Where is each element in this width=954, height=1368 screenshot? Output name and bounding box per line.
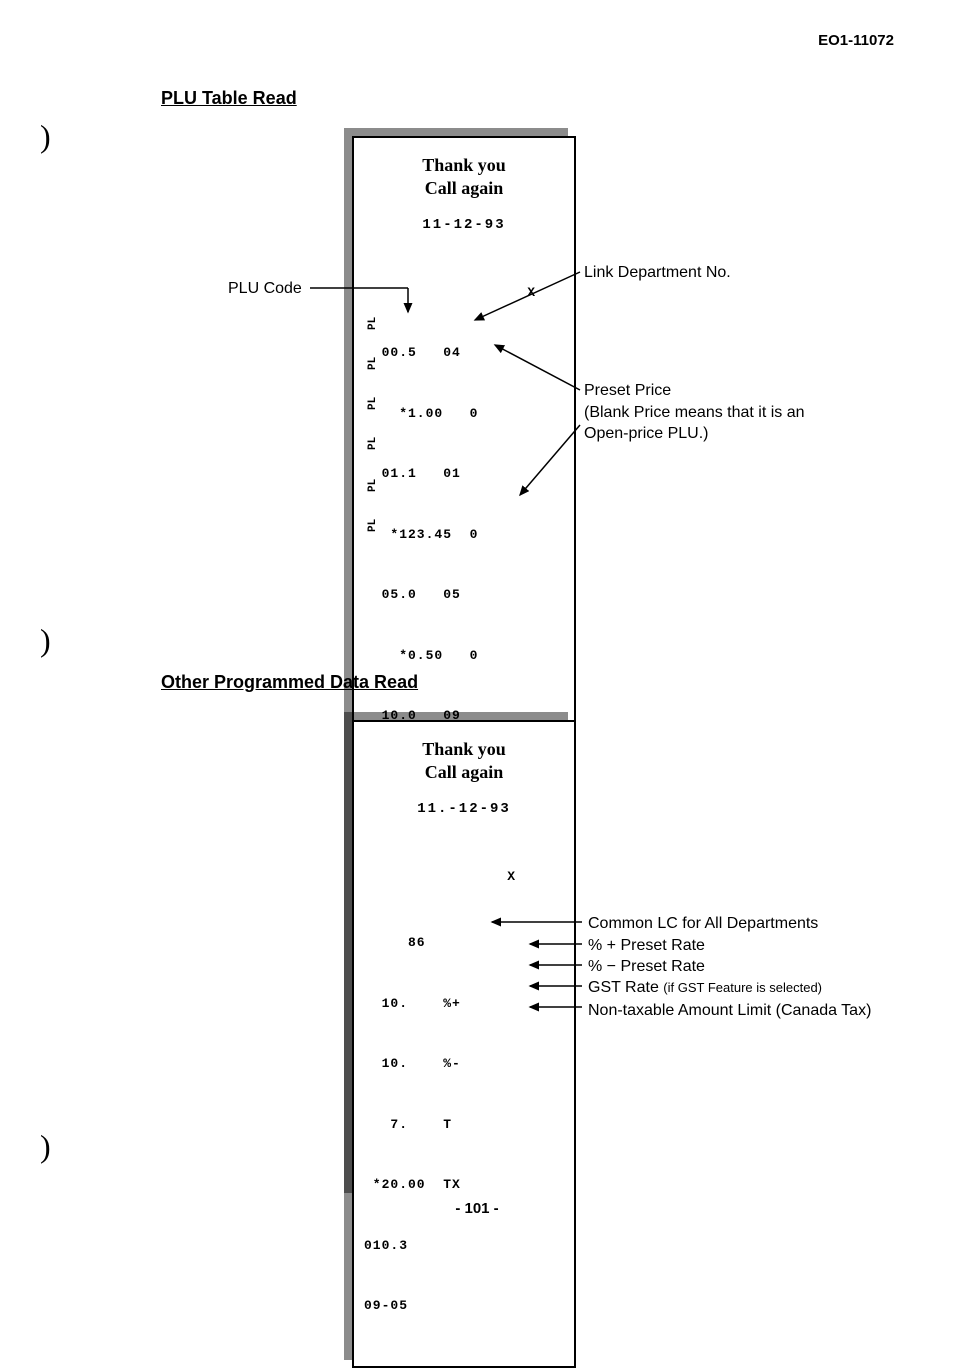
receipt-line1: Thank you bbox=[364, 154, 564, 177]
label-preset-price: Preset Price (Blank Price means that it … bbox=[584, 380, 805, 445]
preset-price-line3: Open-price PLU.) bbox=[584, 423, 805, 445]
receipt-header: Thank you Call again bbox=[364, 154, 564, 201]
pl-label: PL bbox=[367, 397, 379, 410]
gst-b: (if GST Feature is selected) bbox=[663, 980, 822, 995]
doc-id: EO1-11072 bbox=[818, 32, 894, 49]
receipt-mode: X bbox=[364, 283, 564, 303]
r1-row: 05.0 05 bbox=[364, 585, 564, 605]
pl-label: PL bbox=[367, 479, 379, 492]
label-nontax: Non-taxable Amount Limit (Canada Tax) bbox=[588, 1000, 871, 1022]
label-pct-minus: % − Preset Rate bbox=[588, 956, 705, 978]
pl-label: PL bbox=[367, 357, 379, 370]
heading-plu-table-read: PLU Table Read bbox=[161, 88, 297, 109]
pl-label: PL bbox=[367, 437, 379, 450]
receipt-body: X 86 10. %+ 10. %- 7. T *20.00 TX 010.3 … bbox=[364, 827, 564, 1357]
receipt-date: 11.-12-93 bbox=[364, 801, 564, 817]
page-number: - 101 - bbox=[0, 1200, 954, 1217]
binding-mark: ) bbox=[40, 118, 51, 155]
receipt-header: Thank you Call again bbox=[364, 738, 564, 785]
r1-row: *1.00 0 bbox=[364, 404, 564, 424]
r2-row: 09-05 bbox=[364, 1296, 564, 1316]
r2-row: 7. T bbox=[364, 1115, 564, 1135]
preset-price-line1: Preset Price bbox=[584, 380, 805, 402]
receipt-other: Thank you Call again 11.-12-93 X 86 10. … bbox=[352, 720, 576, 1368]
r2-row: *20.00 TX bbox=[364, 1175, 564, 1195]
r1-row: *0.50 0 bbox=[364, 646, 564, 666]
label-pct-plus: % + Preset Rate bbox=[588, 935, 705, 957]
heading-other-programmed: Other Programmed Data Read bbox=[161, 672, 418, 693]
receipt-line2: Call again bbox=[364, 177, 564, 200]
r2-row: 10. %+ bbox=[364, 994, 564, 1014]
binding-mark: ) bbox=[40, 622, 51, 659]
r1-row: 00.5 04 bbox=[364, 343, 564, 363]
r1-row: 01.1 01 bbox=[364, 464, 564, 484]
receipt-mode: X bbox=[364, 867, 564, 887]
receipt-date: 11-12-93 bbox=[364, 217, 564, 233]
label-common-lc: Common LC for All Departments bbox=[588, 913, 818, 935]
r2-row: 86 bbox=[364, 933, 564, 953]
preset-price-line2: (Blank Price means that it is an bbox=[584, 402, 805, 424]
label-link-dept: Link Department No. bbox=[584, 262, 731, 284]
label-plu-code: PLU Code bbox=[228, 278, 302, 300]
receipt-line1: Thank you bbox=[364, 738, 564, 761]
binding-mark: ) bbox=[40, 1128, 51, 1165]
r2-row: 10. %- bbox=[364, 1054, 564, 1074]
label-gst: GST Rate (if GST Feature is selected) bbox=[588, 977, 822, 999]
pl-label: PL bbox=[367, 519, 379, 532]
gst-a: GST Rate bbox=[588, 979, 663, 996]
pl-label: PL bbox=[367, 317, 379, 330]
receipt-line2: Call again bbox=[364, 761, 564, 784]
r1-row: *123.45 0 bbox=[364, 525, 564, 545]
